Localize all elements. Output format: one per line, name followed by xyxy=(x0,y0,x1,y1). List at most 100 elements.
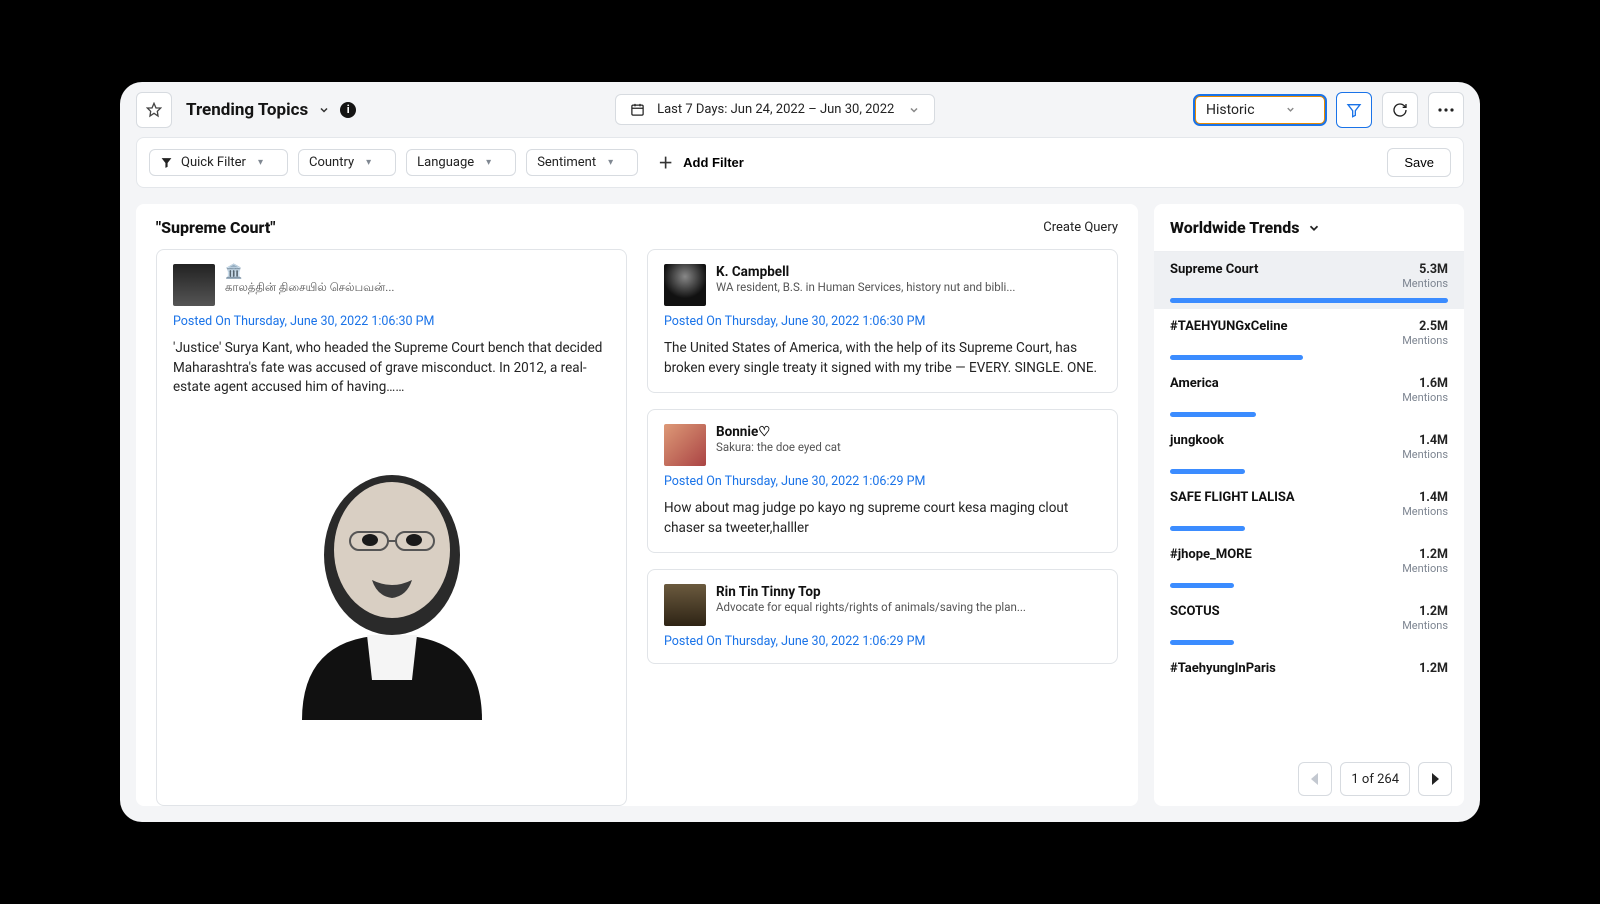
caret-down-icon: ▾ xyxy=(366,157,371,168)
feed-column-right: K. Campbell WA resident, B.S. in Human S… xyxy=(647,249,1118,806)
mode-select-value: Historic xyxy=(1206,102,1255,118)
info-icon[interactable]: i xyxy=(340,102,356,118)
trend-item[interactable]: Supreme Court 5.3M Mentions xyxy=(1154,252,1464,309)
post-card[interactable]: Rin Tin Tinny Top Advocate for equal rig… xyxy=(647,569,1118,664)
post-body: The United States of America, with the h… xyxy=(664,339,1101,378)
trend-count: 1.2M xyxy=(1402,604,1448,619)
trend-count: 1.2M xyxy=(1402,547,1448,562)
trend-count: 5.3M xyxy=(1402,262,1448,277)
more-button[interactable] xyxy=(1428,92,1464,128)
posted-on: Posted On Thursday, June 30, 2022 1:06:2… xyxy=(664,634,1101,649)
topbar: Trending Topics i Last 7 Days: Jun 24, 2… xyxy=(120,82,1480,137)
trend-bar xyxy=(1170,412,1256,417)
trend-item[interactable]: jungkook 1.4M Mentions xyxy=(1154,423,1464,480)
trend-sub: Mentions xyxy=(1402,505,1448,518)
pager-prev[interactable] xyxy=(1298,762,1332,796)
quick-filter-button[interactable]: Quick Filter ▾ xyxy=(149,149,288,176)
create-query-link[interactable]: Create Query xyxy=(1043,220,1118,235)
trend-list: Supreme Court 5.3M Mentions #TAEHYUNGxCe… xyxy=(1154,252,1464,752)
main-panel: "Supreme Court" Create Query 🏛️ காலத் xyxy=(136,204,1138,806)
author-bio: Advocate for equal rights/rights of anim… xyxy=(716,600,1026,614)
author-bio: Sakura: the doe eyed cat xyxy=(716,440,841,454)
main-header: "Supreme Court" Create Query xyxy=(156,218,1118,237)
filter-toggle-button[interactable] xyxy=(1336,92,1372,128)
trend-name: SCOTUS xyxy=(1170,604,1220,619)
avatar xyxy=(664,424,706,466)
trend-count: 1.6M xyxy=(1402,376,1448,391)
trend-sub: Mentions xyxy=(1402,391,1448,404)
trend-bar xyxy=(1170,469,1245,474)
caret-down-icon: ▾ xyxy=(258,157,263,168)
sentiment-filter-label: Sentiment xyxy=(537,155,596,170)
trend-bar xyxy=(1170,526,1245,531)
country-filter-label: Country xyxy=(309,155,354,170)
posted-on: Posted On Thursday, June 30, 2022 1:06:3… xyxy=(664,314,1101,329)
trends-title: Worldwide Trends xyxy=(1170,218,1299,237)
feed-column-left: 🏛️ காலத்தின் திசையில் செல்பவன்... Posted… xyxy=(156,249,627,806)
more-icon xyxy=(1438,108,1454,112)
trend-name: America xyxy=(1170,376,1219,391)
caret-right-icon xyxy=(1430,773,1440,785)
language-filter[interactable]: Language ▾ xyxy=(406,149,516,176)
add-filter-label: Add Filter xyxy=(683,155,744,170)
chevron-down-icon xyxy=(318,104,330,116)
pager-text: 1 of 264 xyxy=(1340,762,1410,796)
refresh-button[interactable] xyxy=(1382,92,1418,128)
trend-sub: Mentions xyxy=(1402,619,1448,632)
trend-bar xyxy=(1170,355,1303,360)
trend-count: 1.2M xyxy=(1419,661,1448,676)
favorite-button[interactable] xyxy=(136,92,172,128)
country-filter[interactable]: Country ▾ xyxy=(298,149,396,176)
trend-item[interactable]: America 1.6M Mentions xyxy=(1154,366,1464,423)
content-row: "Supreme Court" Create Query 🏛️ காலத் xyxy=(120,188,1480,822)
pager: 1 of 264 xyxy=(1154,752,1464,806)
trends-header[interactable]: Worldwide Trends xyxy=(1154,204,1464,252)
author-bio: காலத்தின் திசையில் செல்பவன்... xyxy=(225,280,394,296)
post-emoji: 🏛️ xyxy=(225,264,242,280)
save-button[interactable]: Save xyxy=(1387,148,1451,177)
mode-select[interactable]: Historic xyxy=(1194,95,1326,125)
trend-bar xyxy=(1170,583,1234,588)
filter-bar: Quick Filter ▾ Country ▾ Language ▾ Sent… xyxy=(136,137,1464,188)
trend-sub: Mentions xyxy=(1402,334,1448,347)
trends-panel: Worldwide Trends Supreme Court 5.3M Ment… xyxy=(1154,204,1464,806)
trend-item[interactable]: #TaehyungInParis 1.2M xyxy=(1154,651,1464,682)
trend-sub: Mentions xyxy=(1402,277,1448,290)
trend-name: #TAEHYUNGxCeline xyxy=(1170,319,1288,334)
title-group: Trending Topics i xyxy=(186,100,356,120)
post-card[interactable]: K. Campbell WA resident, B.S. in Human S… xyxy=(647,249,1118,393)
trend-count: 2.5M xyxy=(1402,319,1448,334)
date-range-picker[interactable]: Last 7 Days: Jun 24, 2022 – Jun 30, 2022 xyxy=(615,94,935,125)
date-range-text: Last 7 Days: Jun 24, 2022 – Jun 30, 2022 xyxy=(657,102,894,117)
author-name: Rin Tin Tinny Top xyxy=(716,584,1026,600)
avatar xyxy=(173,264,215,306)
caret-left-icon xyxy=(1310,773,1320,785)
star-icon xyxy=(146,102,162,118)
trend-item[interactable]: #jhope_MORE 1.2M Mentions xyxy=(1154,537,1464,594)
trend-name: Supreme Court xyxy=(1170,262,1258,277)
post-card[interactable]: Bonnie♡ Sakura: the doe eyed cat Posted … xyxy=(647,409,1118,553)
query-title: "Supreme Court" xyxy=(156,218,275,237)
avatar xyxy=(664,584,706,626)
trend-item[interactable]: SCOTUS 1.2M Mentions xyxy=(1154,594,1464,651)
feed-columns: 🏛️ காலத்தின் திசையில் செல்பவன்... Posted… xyxy=(156,249,1118,806)
post-image xyxy=(173,410,610,720)
title-dropdown[interactable] xyxy=(318,104,330,116)
add-filter-button[interactable]: ＋ Add Filter xyxy=(648,146,754,179)
refresh-icon xyxy=(1392,102,1408,118)
author-bio: WA resident, B.S. in Human Services, his… xyxy=(716,280,1015,294)
app-frame: Trending Topics i Last 7 Days: Jun 24, 2… xyxy=(120,82,1480,822)
author-name: K. Campbell xyxy=(716,264,1015,280)
pager-next[interactable] xyxy=(1418,762,1452,796)
trend-item[interactable]: #TAEHYUNGxCeline 2.5M Mentions xyxy=(1154,309,1464,366)
post-card[interactable]: 🏛️ காலத்தின் திசையில் செல்பவன்... Posted… xyxy=(156,249,627,806)
trend-sub: Mentions xyxy=(1402,562,1448,575)
page-title: Trending Topics xyxy=(186,100,308,120)
trend-item[interactable]: SAFE FLIGHT LALISA 1.4M Mentions xyxy=(1154,480,1464,537)
topbar-right: Historic xyxy=(1194,92,1464,128)
caret-down-icon: ▾ xyxy=(486,157,491,168)
post-body: How about mag judge po kayo ng supreme c… xyxy=(664,499,1101,538)
trend-bar xyxy=(1170,298,1448,303)
sentiment-filter[interactable]: Sentiment ▾ xyxy=(526,149,638,176)
funnel-icon xyxy=(160,156,173,169)
